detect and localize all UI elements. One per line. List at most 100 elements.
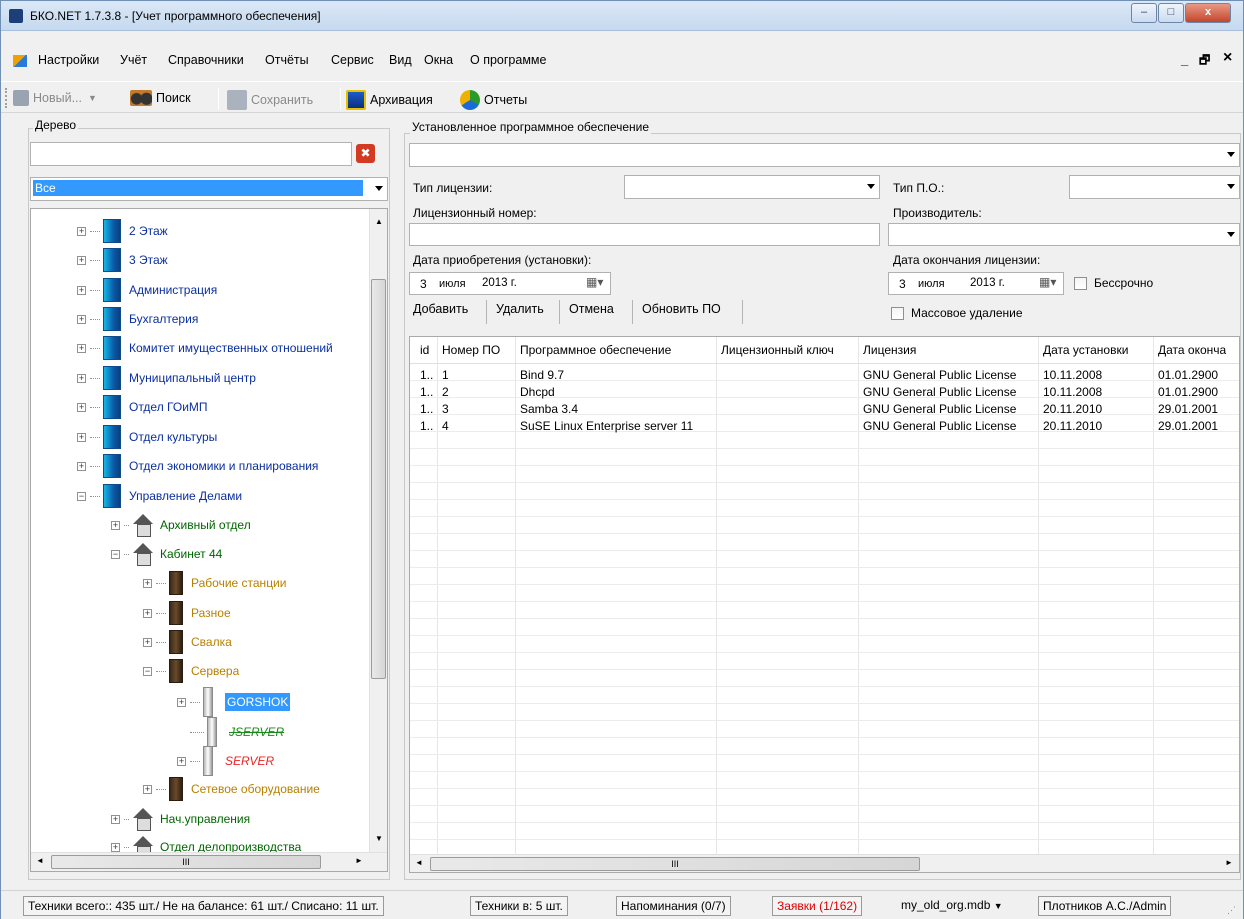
vendor-select[interactable] [888,223,1240,246]
expand-icon[interactable]: + [177,697,186,707]
tree-node-servers[interactable]: − Сервера [143,657,239,685]
add-button[interactable]: Добавить [413,302,468,316]
purchase-date-picker[interactable]: 3 июля 2013 г. ▦▾ [409,272,611,295]
column-header-install-date[interactable]: Дата установки [1039,337,1153,363]
mdi-close-button[interactable]: × [1223,49,1232,67]
grid-horizontal-scrollbar[interactable]: ◄ III ► [410,854,1239,872]
delete-button[interactable]: Удалить [496,302,544,316]
expand-icon[interactable]: + [77,285,86,295]
column-header-expiry-date[interactable]: Дата оконча [1154,337,1239,363]
tree-hscroll-thumb[interactable]: III [51,855,321,869]
menu-settings[interactable]: Настройки [38,53,99,67]
calendar-icon[interactable]: ▦▾ [1039,275,1056,289]
tree-node-misc[interactable]: + Разное [143,599,231,627]
perpetual-checkbox[interactable] [1074,277,1087,290]
tree-node-culture[interactable]: + Отдел культуры [77,423,217,451]
tree-node-dump[interactable]: + Свалка [143,628,232,656]
tree-node-workstations[interactable]: + Рабочие станции [143,569,286,597]
collapse-icon[interactable]: − [77,491,86,501]
search-button[interactable]: Поиск [130,90,191,106]
license-type-select[interactable] [624,175,880,199]
refresh-software-button[interactable]: Обновить ПО [642,302,721,316]
collapse-icon[interactable]: − [143,666,152,676]
column-header-number[interactable]: Номер ПО [438,337,515,363]
reports-button[interactable]: Отчеты [460,90,527,110]
column-header-software[interactable]: Программное обеспечение [516,337,716,363]
tree-node-municipal-center[interactable]: + Муниципальный центр [77,364,256,392]
mass-delete-checkbox[interactable] [891,307,904,320]
expand-icon[interactable]: + [177,756,186,766]
mdi-minimize-button[interactable]: _ [1181,52,1188,67]
expand-icon[interactable]: + [77,343,86,353]
menu-about[interactable]: О программе [470,53,546,67]
expand-icon[interactable]: + [77,461,86,471]
status-database[interactable]: my_old_org.mdb ▼ [897,896,1007,916]
scroll-right-icon[interactable]: ► [355,856,363,865]
menu-accounting[interactable]: Учёт [120,53,147,67]
tree-node-network[interactable]: + Сетевое оборудование [143,775,320,803]
menu-view[interactable]: Вид [389,53,412,67]
menu-windows[interactable]: Окна [424,53,453,67]
column-header-license[interactable]: Лицензия [859,337,1038,363]
expiry-date-picker[interactable]: 3 июля 2013 г. ▦▾ [888,272,1064,295]
scroll-left-icon[interactable]: ◄ [36,856,44,865]
expand-icon[interactable]: + [143,637,152,647]
column-header-license-key[interactable]: Лицензионный ключ [717,337,858,363]
expand-icon[interactable]: + [143,784,152,794]
tree-node-jserver[interactable]: JSERVER [190,716,284,748]
tree-node-gorshok[interactable]: + GORSHOK [177,686,291,718]
scroll-left-icon[interactable]: ◄ [415,858,423,867]
software-select[interactable] [409,143,1240,167]
expand-icon[interactable]: + [77,255,86,265]
status-requests[interactable]: Заявки (1/162) [772,896,863,916]
collapse-icon[interactable]: − [111,549,120,559]
expand-icon[interactable]: + [111,842,120,852]
expand-icon[interactable]: + [111,814,120,824]
archive-button[interactable]: Архивация [346,90,433,110]
tree-node-management[interactable]: − Управление Делами [77,482,242,510]
tree-node-server[interactable]: + SERVER [177,745,274,777]
expand-icon[interactable]: + [77,402,86,412]
resize-grip-icon[interactable]: ⋰ [1227,905,1236,916]
tree-node-goimp[interactable]: + Отдел ГОиМП [77,393,208,421]
tree-node-economics[interactable]: + Отдел экономики и планирования [77,452,318,480]
clear-filter-button[interactable]: ✖ [356,144,375,163]
tree-node-floor2[interactable]: +2 Этаж [77,217,168,245]
tree-node-archive-dept[interactable]: + Архивный отдел [111,511,251,539]
expand-icon[interactable]: + [77,314,86,324]
maximize-button[interactable]: □ [1158,3,1184,23]
close-button[interactable]: x [1185,3,1231,23]
menu-service[interactable]: Сервис [331,53,374,67]
scroll-down-icon[interactable]: ▼ [375,834,383,843]
tree-vscroll-thumb[interactable] [371,279,386,679]
tree-vertical-scrollbar[interactable]: ▲ ▼ [369,209,387,852]
expand-icon[interactable]: + [111,520,120,530]
scroll-right-icon[interactable]: ► [1225,858,1233,867]
expand-icon[interactable]: + [77,373,86,383]
calendar-icon[interactable]: ▦▾ [586,275,603,289]
tree-filter-input[interactable] [30,142,352,166]
tree-node-accounting[interactable]: + Бухгалтерия [77,305,198,333]
grid-hscroll-thumb[interactable]: III [430,857,920,871]
software-type-select[interactable] [1069,175,1240,199]
license-number-input[interactable] [409,223,880,246]
tree-node-floor3[interactable]: +3 Этаж [77,246,168,274]
tree-node-cabinet44[interactable]: − Кабинет 44 [111,540,222,568]
tree-node-administration[interactable]: + Администрация [77,276,217,304]
expand-icon[interactable]: + [77,226,86,236]
cancel-button[interactable]: Отмена [569,302,614,316]
expand-icon[interactable]: + [77,432,86,442]
menu-references[interactable]: Справочники [168,53,244,67]
new-button[interactable]: Новый... ▼ [13,90,97,106]
scroll-up-icon[interactable]: ▲ [375,217,383,226]
expand-icon[interactable]: + [143,608,152,618]
tree-scope-select[interactable]: Все [30,177,388,201]
tree-node-head[interactable]: + Нач.управления [111,805,250,833]
tree-horizontal-scrollbar[interactable]: ◄ III ► [31,852,387,871]
column-header-id[interactable]: id [416,337,438,363]
expand-icon[interactable]: + [143,578,152,588]
save-button[interactable]: Сохранить [227,90,313,110]
tree-node-property-committee[interactable]: + Комитет имущественных отношений [77,334,333,362]
menu-reports[interactable]: Отчёты [265,53,309,67]
mdi-child-icon[interactable] [13,55,27,67]
